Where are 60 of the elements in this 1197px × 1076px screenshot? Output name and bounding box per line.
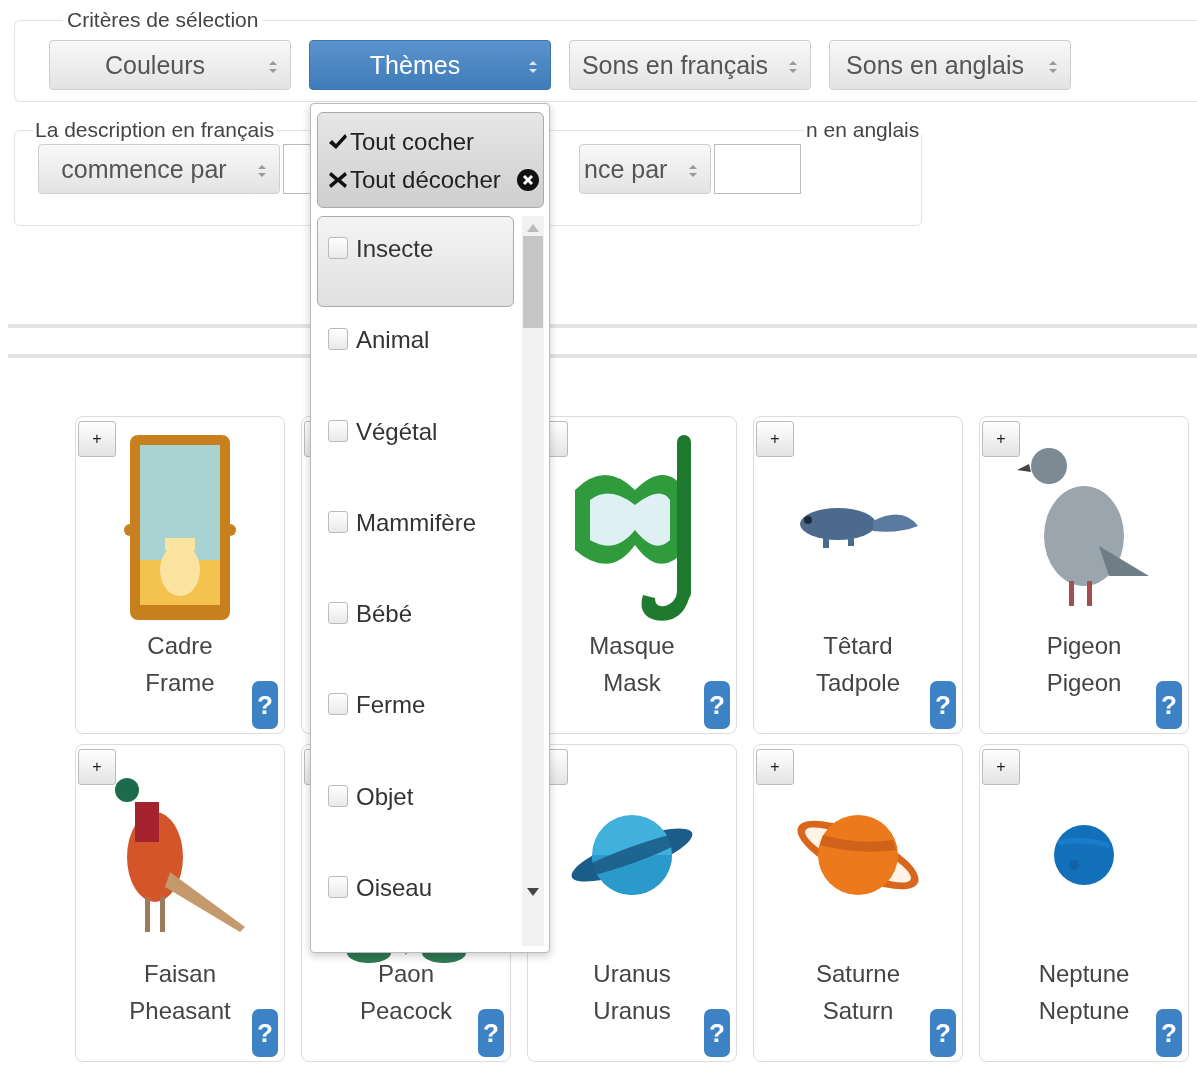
section-legend: n en anglais [804,118,922,142]
english-word: Uranus [593,996,671,1026]
theme-option[interactable]: Mammifère [317,489,514,581]
theme-option[interactable]: Insecte [317,216,514,308]
french-word: Cadre [147,631,213,661]
add-button[interactable]: + [982,421,1020,457]
english-word: Neptune [1038,996,1130,1026]
english-word: Mask [603,668,661,698]
theme-option[interactable]: Végétal [317,398,514,490]
filter-select[interactable]: Sons en français [569,40,811,90]
theme-option[interactable]: Bébé [317,581,514,673]
section-legend: La description en français [33,118,277,142]
option-label: Objet [356,782,414,811]
french-word: Pigeon [1046,631,1122,661]
help-button[interactable]: ? [930,681,956,729]
theme-option[interactable]: Objet [317,763,514,855]
english-word: Tadpole [815,668,901,698]
mode-select[interactable]: commence par [38,144,280,194]
help-button[interactable]: ? [704,1009,730,1057]
help-button[interactable]: ? [1156,681,1182,729]
french-word: Têtard [823,631,893,661]
english-word: Peacock [359,996,453,1026]
add-button[interactable]: + [756,749,794,785]
theme-option[interactable]: Ferme [317,672,514,764]
add-button[interactable]: + [78,749,116,785]
help-button[interactable]: ? [478,1009,504,1057]
option-label: Insecte [356,235,434,263]
option-label: Ferme [356,691,426,720]
theme-option[interactable]: Oiseau [317,854,514,946]
filter-select[interactable]: Sons en anglais [829,40,1071,90]
english-word: Frame [145,668,215,698]
section-legend: Critères de sélection [63,8,263,32]
filter-select[interactable]: Thèmes [309,40,551,90]
option-label: Animal [356,326,430,355]
theme-option[interactable]: Animal [317,307,514,399]
french-word: Masque [589,631,675,661]
help-button[interactable]: ? [252,681,278,729]
filter-select[interactable]: Couleurs [49,40,291,90]
select-action-link[interactable]: Tout décocher [328,161,537,199]
option-label: Mammifère [356,508,476,537]
french-word: Uranus [593,959,671,989]
option-label: Végétal [356,417,438,446]
french-word: Saturne [815,959,901,989]
help-button[interactable]: ? [1156,1009,1182,1057]
french-word: Faisan [143,959,216,989]
add-button[interactable]: + [78,421,116,457]
option-label: Oiseau [356,873,433,902]
mode-select[interactable]: nce par [579,144,711,194]
french-word: Paon [377,959,435,989]
select-action-link[interactable]: Tout cocher [328,123,537,161]
english-word: Pheasant [129,996,231,1026]
english-word: Saturn [822,996,894,1026]
add-button[interactable]: + [982,749,1020,785]
help-button[interactable]: ? [252,1009,278,1057]
help-button[interactable]: ? [704,681,730,729]
option-label: Bébé [356,600,413,628]
add-button[interactable]: + [756,421,794,457]
french-word: Neptune [1038,959,1130,989]
english-word: Pigeon [1046,668,1122,698]
help-button[interactable]: ? [930,1009,956,1057]
